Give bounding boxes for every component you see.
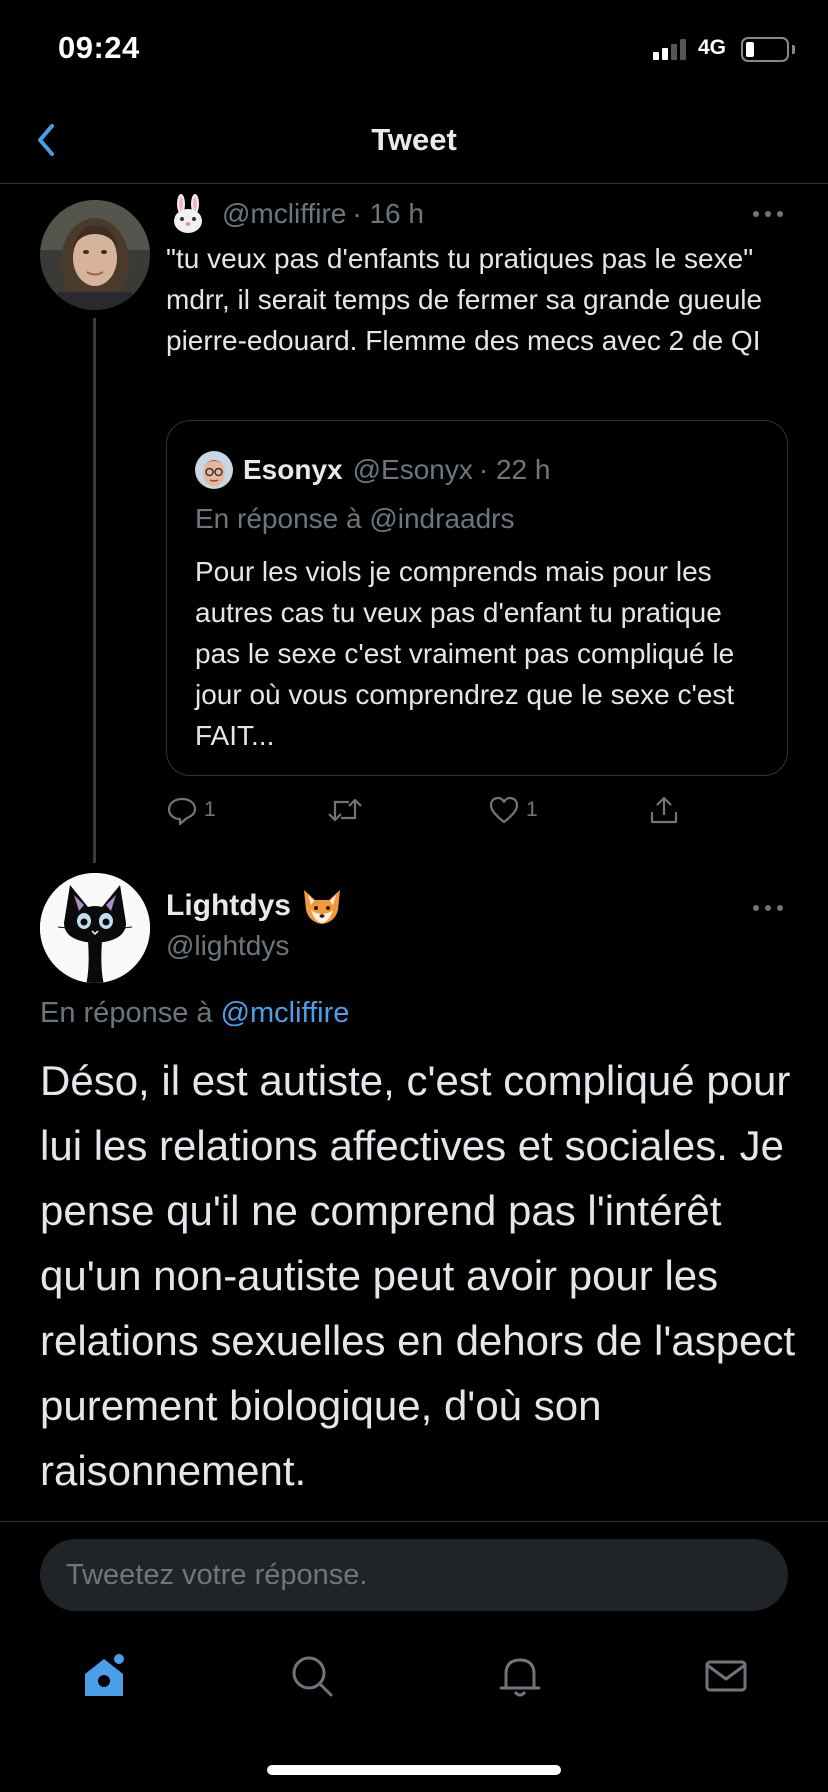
tweet1-more-icon[interactable]: [753, 209, 787, 219]
mail-icon[interactable]: [702, 1652, 750, 1700]
reply-input[interactable]: [40, 1539, 788, 1611]
share-button[interactable]: [648, 790, 686, 830]
reply-button[interactable]: 1: [166, 790, 216, 830]
reply-prefix: En réponse à: [40, 997, 221, 1029]
signal-icon: [653, 38, 689, 60]
home-icon[interactable]: [80, 1652, 128, 1700]
like-button[interactable]: 1: [488, 790, 538, 830]
tweet1-handle[interactable]: @mcliffire: [222, 198, 346, 230]
battery-icon: [741, 37, 789, 62]
status-bar: 09:24 4G: [0, 0, 828, 96]
status-time: 09:24: [58, 30, 140, 65]
quote-time: · 22 h: [478, 454, 551, 485]
page-title: Tweet: [371, 122, 457, 157]
search-icon[interactable]: [288, 1652, 336, 1700]
nav-header: Tweet: [0, 96, 828, 184]
rabbit-face-icon: [174, 194, 202, 233]
home-indicator[interactable]: [267, 1765, 561, 1775]
retweet-icon: [328, 798, 362, 822]
quote-author-name: Esonyx: [243, 454, 343, 485]
reply-icon: [167, 797, 197, 826]
network-type: 4G: [698, 36, 727, 59]
avatar-lightdys[interactable]: [40, 873, 150, 983]
tweet2-text: Déso, il est autiste, c'est compliqué po…: [40, 1057, 796, 1494]
bell-icon[interactable]: [496, 1652, 544, 1700]
tweet2-reply-context: En réponse à @mcliffire: [40, 997, 349, 1030]
quote-author-handle: @Esonyx: [352, 454, 473, 485]
composer-divider: [0, 1521, 828, 1522]
tweet1-time: · 16 h: [352, 198, 424, 229]
battery-cap: [792, 45, 795, 54]
tweet2-name-row: Lightdys: [166, 886, 343, 926]
avatar-esonyx: [195, 451, 233, 489]
like-count: 1: [526, 798, 538, 821]
fox-face-icon: [304, 890, 340, 924]
reply-count: 1: [204, 798, 216, 821]
tweet2-author-name[interactable]: Lightdys: [166, 889, 291, 923]
tweet1-text: "tu veux pas d'enfants tu pratiques pas …: [166, 243, 763, 356]
quote-text: Pour les viols je comprends mais pour le…: [195, 556, 735, 751]
quoted-tweet-card[interactable]: Esonyx @Esonyx · 22 h En réponse à @indr…: [166, 420, 788, 776]
tweet1-header: @mcliffire · 16 h: [168, 194, 424, 234]
thread-connector: [93, 318, 96, 863]
quote-header: Esonyx @Esonyx · 22 h: [195, 451, 550, 489]
tweet2-more-icon[interactable]: [753, 903, 787, 913]
quote-reply-context: En réponse à @indraadrs: [195, 503, 515, 534]
tweet1-actions: 1 1: [166, 790, 706, 830]
share-icon: [650, 796, 678, 824]
tweet2-author-handle[interactable]: @lightdys: [166, 930, 289, 962]
retweet-button[interactable]: [326, 790, 370, 830]
reply-to-link[interactable]: @mcliffire: [221, 997, 350, 1029]
heart-icon: [489, 796, 519, 824]
avatar-mcliffire[interactable]: [40, 200, 150, 310]
